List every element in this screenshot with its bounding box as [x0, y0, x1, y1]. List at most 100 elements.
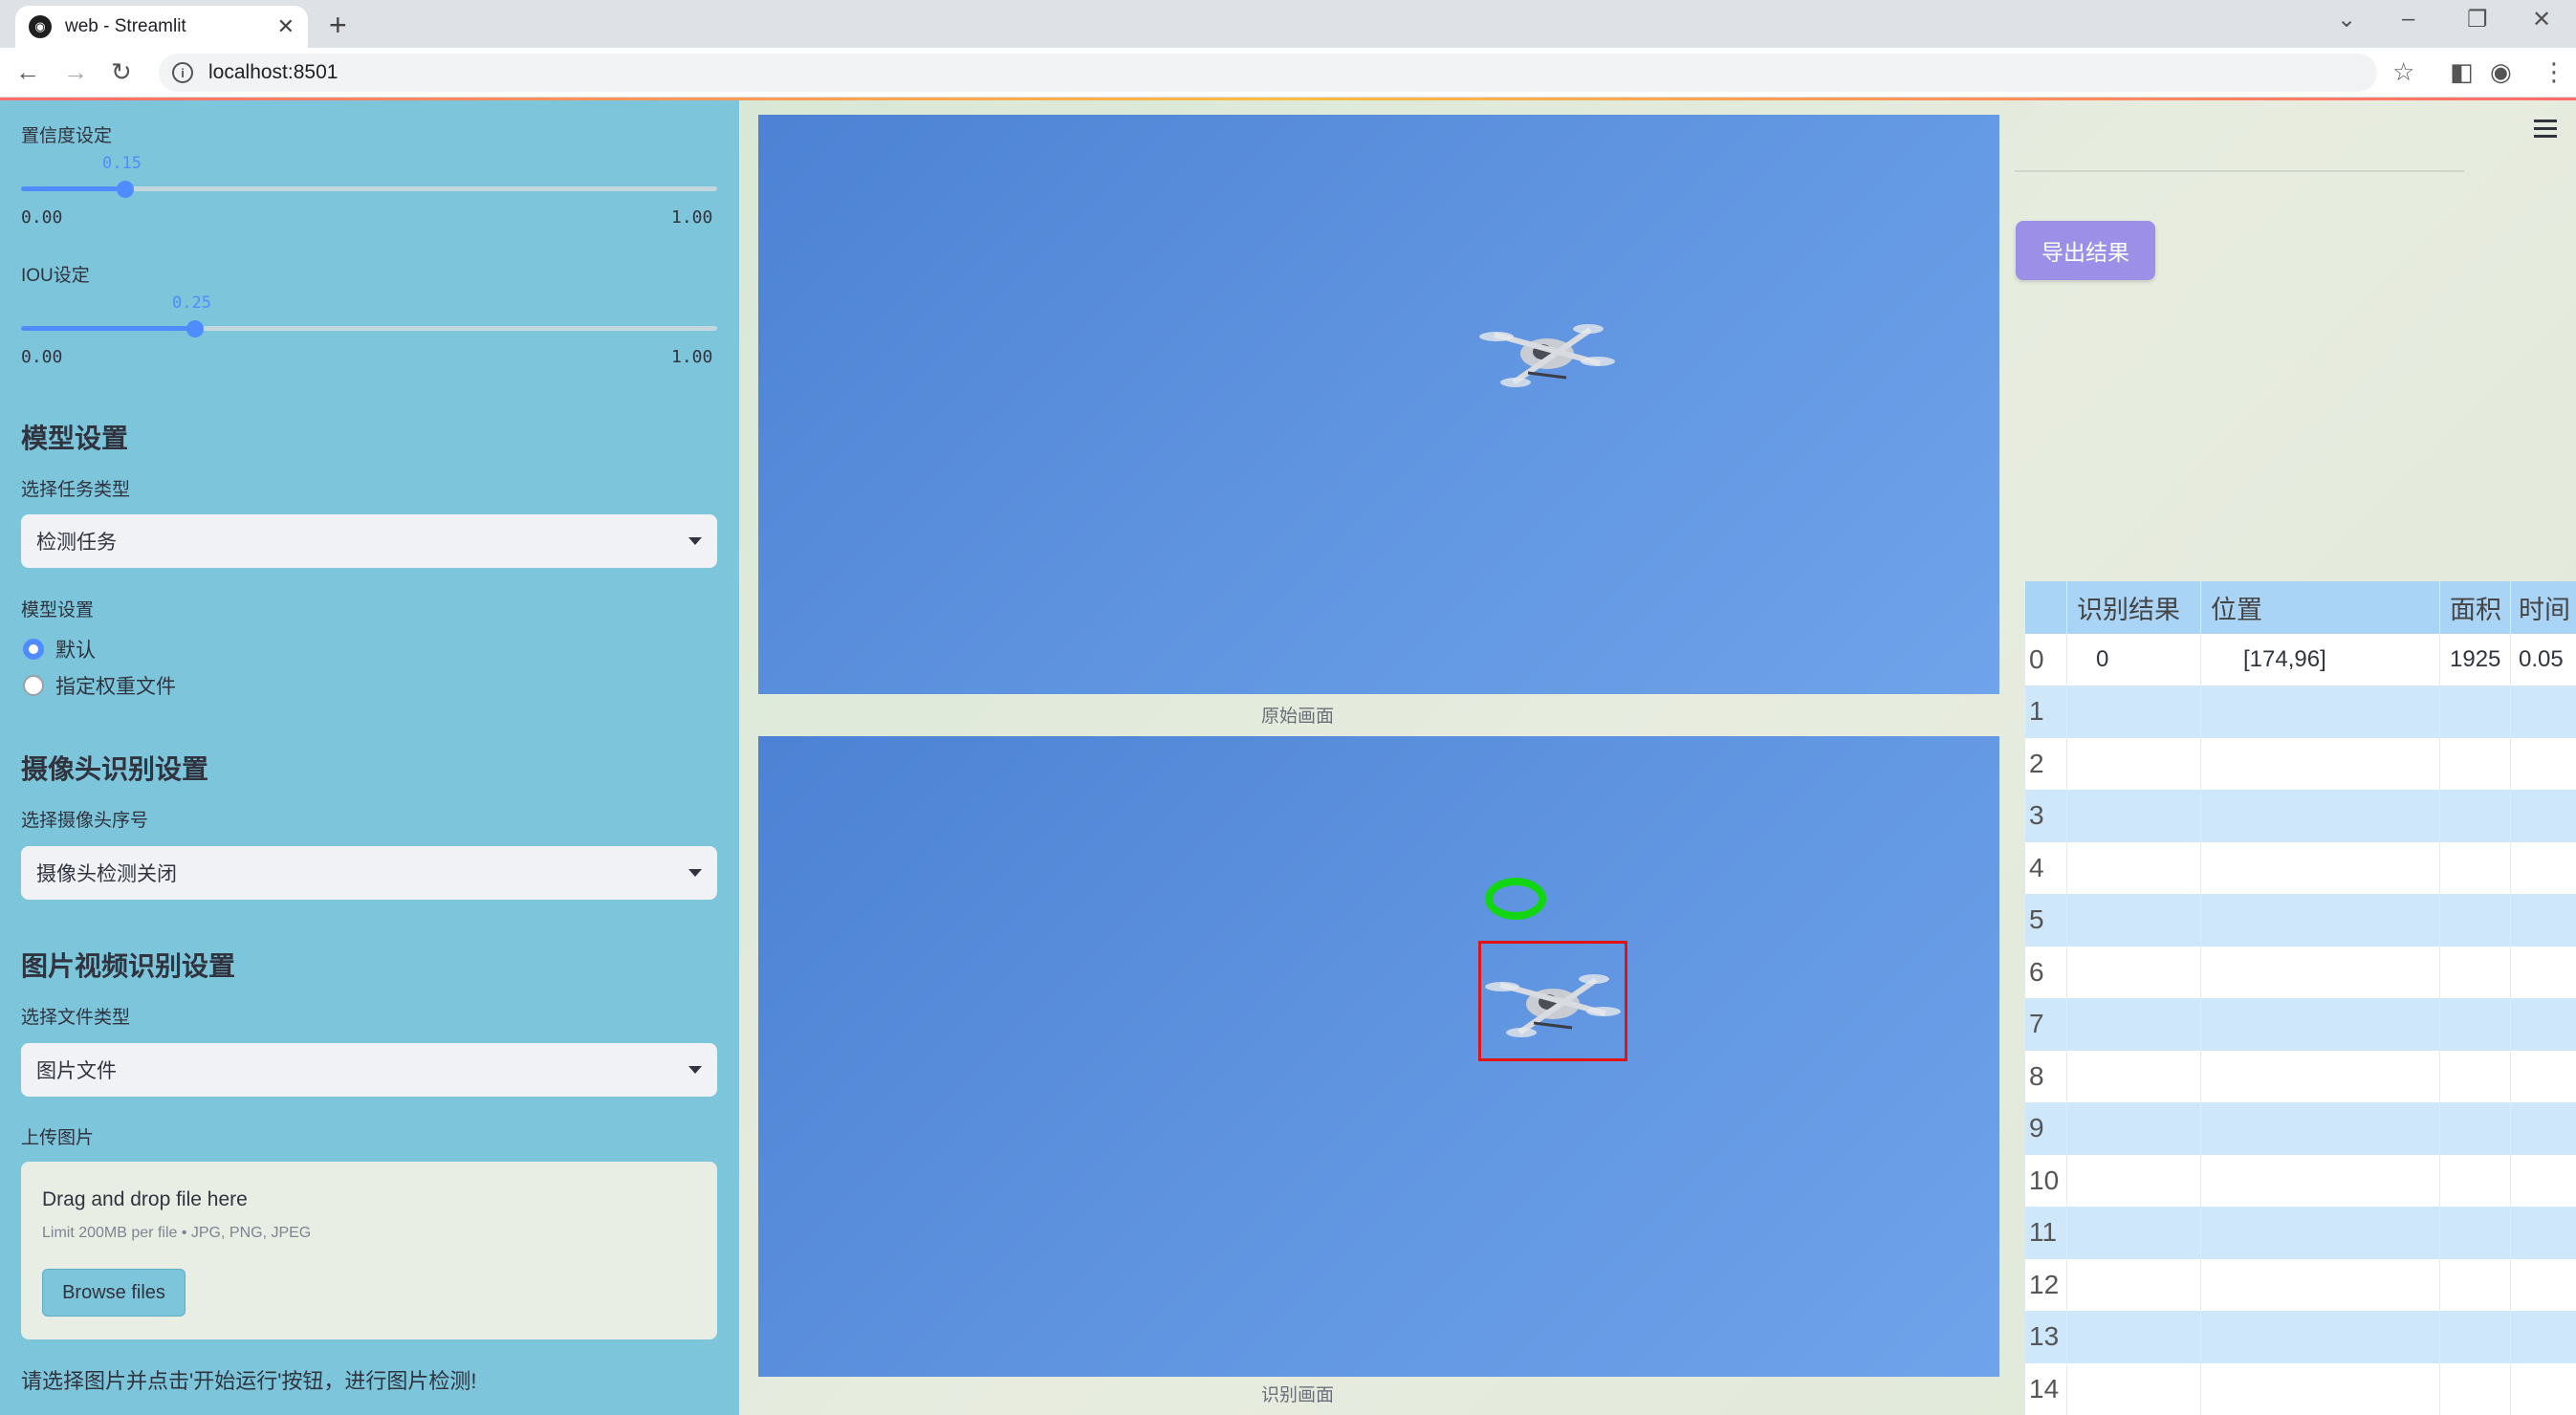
- row-time[interactable]: [2511, 1051, 2576, 1103]
- row-time[interactable]: [2511, 1311, 2576, 1363]
- row-time[interactable]: [2511, 947, 2576, 999]
- row-area[interactable]: [2440, 1362, 2511, 1415]
- row-time[interactable]: [2511, 790, 2576, 842]
- reload-icon[interactable]: ↻: [111, 57, 132, 87]
- table-row[interactable]: 13: [2025, 1311, 2576, 1363]
- row-time[interactable]: [2511, 686, 2576, 738]
- forward-icon[interactable]: →: [63, 57, 88, 87]
- row-position[interactable]: [2201, 1102, 2440, 1155]
- row-index[interactable]: 11: [2025, 1207, 2067, 1259]
- row-position[interactable]: [2201, 1050, 2440, 1102]
- row-index[interactable]: 1: [2025, 686, 2067, 738]
- row-area[interactable]: [2440, 841, 2511, 894]
- row-result[interactable]: [2067, 1258, 2201, 1311]
- row-index[interactable]: 7: [2025, 998, 2067, 1051]
- tab-close-icon[interactable]: ✕: [277, 14, 295, 39]
- table-row[interactable]: 8: [2025, 1050, 2576, 1103]
- row-time[interactable]: [2511, 1207, 2576, 1259]
- row-time[interactable]: [2511, 1259, 2576, 1312]
- row-position[interactable]: [2201, 1258, 2440, 1311]
- table-row[interactable]: 3: [2025, 790, 2576, 842]
- side-panel-icon[interactable]: ◧: [2450, 57, 2474, 87]
- task-type-select[interactable]: 检测任务: [21, 514, 717, 568]
- table-header-position[interactable]: 位置: [2201, 581, 2440, 634]
- file-uploader-dropzone[interactable]: Drag and drop file here Limit 200MB per …: [21, 1162, 717, 1339]
- camera-index-select[interactable]: 摄像头检测关闭: [21, 846, 717, 900]
- row-result[interactable]: [2067, 1362, 2201, 1415]
- model-radio-weights[interactable]: 指定权重文件: [23, 671, 176, 700]
- row-position[interactable]: [2201, 686, 2440, 738]
- row-time[interactable]: [2511, 998, 2576, 1051]
- row-area[interactable]: [2440, 737, 2511, 790]
- row-time[interactable]: [2511, 1363, 2576, 1415]
- row-position[interactable]: [2201, 894, 2440, 947]
- table-row[interactable]: 6: [2025, 946, 2576, 999]
- row-area[interactable]: [2440, 686, 2511, 738]
- confidence-slider-thumb[interactable]: [117, 181, 134, 198]
- table-header-result[interactable]: 识别结果: [2067, 581, 2201, 634]
- file-type-select[interactable]: 图片文件: [21, 1043, 717, 1097]
- row-result[interactable]: [2067, 1207, 2201, 1259]
- site-info-icon[interactable]: i: [172, 62, 193, 83]
- table-row[interactable]: 7: [2025, 998, 2576, 1051]
- profile-icon[interactable]: ◉: [2490, 57, 2512, 87]
- bookmark-star-icon[interactable]: ☆: [2392, 57, 2414, 87]
- table-header-area[interactable]: 面积: [2440, 581, 2511, 634]
- table-header-index[interactable]: [2025, 581, 2067, 634]
- iou-slider-thumb[interactable]: [186, 320, 204, 337]
- export-results-button[interactable]: 导出结果: [2016, 221, 2155, 280]
- browser-menu-icon[interactable]: ⋮: [2542, 57, 2566, 87]
- row-result[interactable]: [2067, 1311, 2201, 1363]
- row-area[interactable]: [2440, 1311, 2511, 1363]
- model-radio-default[interactable]: 默认: [23, 635, 96, 664]
- row-area[interactable]: [2440, 998, 2511, 1051]
- row-result[interactable]: [2067, 686, 2201, 738]
- row-index[interactable]: 2: [2025, 737, 2067, 790]
- tab-search-icon[interactable]: ⌄: [2337, 6, 2356, 33]
- table-row[interactable]: 0 0 [174,96] 1925 0.05: [2025, 633, 2576, 686]
- row-result[interactable]: 0: [2067, 633, 2201, 686]
- row-index[interactable]: 12: [2025, 1258, 2067, 1311]
- row-position[interactable]: [2201, 946, 2440, 998]
- row-area[interactable]: [2440, 1207, 2511, 1259]
- row-result[interactable]: [2067, 998, 2201, 1051]
- row-position[interactable]: [2201, 737, 2440, 790]
- table-row[interactable]: 14: [2025, 1362, 2576, 1415]
- row-result[interactable]: [2067, 1050, 2201, 1102]
- row-area[interactable]: [2440, 1050, 2511, 1102]
- row-position[interactable]: [2201, 1154, 2440, 1207]
- table-row[interactable]: 1: [2025, 686, 2576, 738]
- row-result[interactable]: [2067, 790, 2201, 842]
- row-index[interactable]: 9: [2025, 1102, 2067, 1155]
- row-position[interactable]: [2201, 998, 2440, 1051]
- row-index[interactable]: 13: [2025, 1311, 2067, 1363]
- row-area[interactable]: 1925: [2440, 633, 2511, 686]
- row-result[interactable]: [2067, 1154, 2201, 1207]
- row-result[interactable]: [2067, 894, 2201, 947]
- row-result[interactable]: [2067, 841, 2201, 894]
- close-window-icon[interactable]: ✕: [2532, 6, 2551, 33]
- row-index[interactable]: 8: [2025, 1050, 2067, 1102]
- row-time[interactable]: [2511, 842, 2576, 895]
- row-index[interactable]: 14: [2025, 1362, 2067, 1415]
- row-index[interactable]: 3: [2025, 790, 2067, 842]
- row-area[interactable]: [2440, 1154, 2511, 1207]
- row-area[interactable]: [2440, 946, 2511, 998]
- browser-tab[interactable]: ◉ web - Streamlit ✕: [15, 6, 308, 48]
- row-time[interactable]: [2511, 1155, 2576, 1208]
- row-position[interactable]: [2201, 841, 2440, 894]
- row-position[interactable]: [2201, 1207, 2440, 1259]
- row-area[interactable]: [2440, 1102, 2511, 1155]
- back-icon[interactable]: ←: [15, 57, 40, 87]
- table-row[interactable]: 2: [2025, 737, 2576, 790]
- row-result[interactable]: [2067, 737, 2201, 790]
- address-bar[interactable]: i localhost:8501: [159, 54, 2377, 92]
- row-index[interactable]: 6: [2025, 946, 2067, 998]
- minimize-icon[interactable]: –: [2402, 6, 2414, 33]
- table-row[interactable]: 9: [2025, 1102, 2576, 1155]
- table-row[interactable]: 10: [2025, 1154, 2576, 1208]
- row-index[interactable]: 10: [2025, 1154, 2067, 1207]
- table-row[interactable]: 4: [2025, 841, 2576, 895]
- hamburger-menu-icon[interactable]: [2534, 120, 2557, 142]
- new-tab-icon[interactable]: +: [329, 8, 347, 43]
